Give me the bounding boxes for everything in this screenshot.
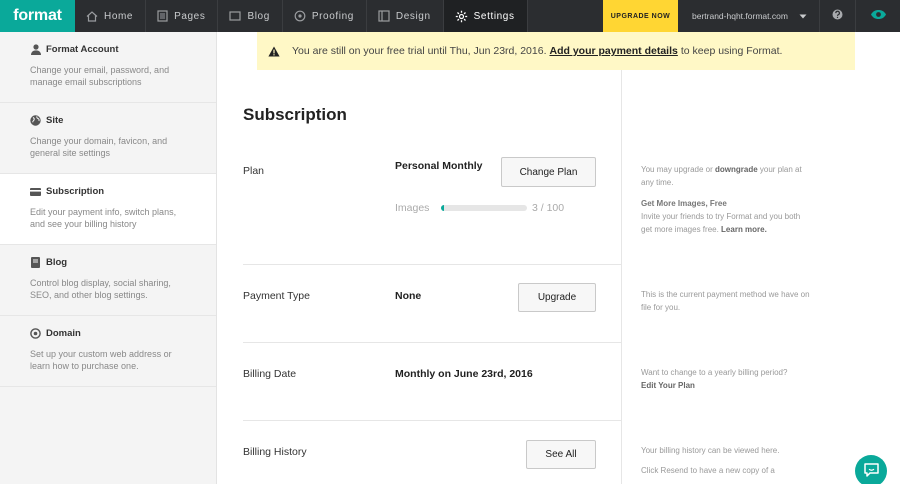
sidebar-item-label: Subscription: [46, 186, 105, 197]
images-progress-bar: [441, 205, 527, 211]
change-plan-button[interactable]: Change Plan: [501, 157, 596, 187]
payment-type-label: Payment Type: [243, 290, 310, 302]
account-dropdown[interactable]: bertrand-hqht.format.com: [678, 0, 820, 32]
blog-book-icon: [30, 257, 41, 268]
billing-date-hint: Want to change to a yearly billing perio…: [641, 366, 813, 392]
payment-type-value: None: [395, 290, 422, 302]
sidebar-item-label: Blog: [46, 257, 68, 268]
nav-design[interactable]: Design: [367, 0, 444, 32]
sidebar-item-site[interactable]: Site Change your domain, favicon, and ge…: [0, 103, 216, 174]
help-hints-column: You may upgrade or downgrade your plan a…: [622, 70, 900, 484]
downgrade-link[interactable]: downgrade: [715, 165, 758, 174]
sidebar-item-domain[interactable]: Domain Set up your custom web address or…: [0, 316, 216, 387]
warning-icon: [268, 46, 280, 57]
sidebar-item-desc: Change your email, password, and manage …: [30, 65, 170, 87]
blog-icon: [229, 11, 242, 21]
nav-blog[interactable]: Blog: [218, 0, 283, 32]
help-button[interactable]: [820, 0, 856, 32]
images-count: 3 / 100: [532, 202, 565, 214]
sidebar-item-title: Format Account: [30, 44, 186, 55]
top-navbar: format Home Pages Blog Proofing Design S: [0, 0, 900, 32]
credit-card-icon: [30, 186, 41, 197]
sidebar-item-label: Site: [46, 115, 64, 126]
sidebar-item-desc: Control blog display, social sharing, SE…: [30, 278, 171, 300]
trial-banner: You are still on your free trial until T…: [257, 32, 855, 70]
images-hint: Get More Images, Free Invite your friend…: [641, 197, 813, 236]
account-name: bertrand-hqht.format.com: [692, 11, 788, 21]
images-progress-fill: [441, 205, 444, 211]
format-logo[interactable]: format: [0, 0, 75, 32]
plan-hint: You may upgrade or downgrade your plan a…: [641, 163, 813, 189]
preview-site-button[interactable]: [856, 0, 900, 32]
sidebar-item-title: Subscription: [30, 186, 186, 197]
row-divider: [243, 420, 622, 421]
sidebar-item-desc: Set up your custom web address or learn …: [30, 349, 172, 371]
sidebar-item-desc: Change your domain, favicon, and general…: [30, 136, 168, 158]
upgrade-button[interactable]: Upgrade: [518, 283, 596, 312]
globe-icon: [30, 115, 41, 126]
nav-home[interactable]: Home: [75, 0, 147, 32]
sidebar-item-title: Domain: [30, 328, 186, 339]
banner-text: You are still on your free trial until T…: [292, 45, 547, 57]
nav-settings[interactable]: Settings: [443, 0, 528, 32]
gear-icon: [455, 10, 468, 23]
billing-history-label: Billing History: [243, 446, 307, 458]
chat-icon: [863, 462, 879, 480]
sidebar-item-desc: Edit your payment info, switch plans, an…: [30, 207, 177, 229]
plan-hint-text: You may upgrade or: [641, 165, 713, 174]
nav-settings-label: Settings: [473, 10, 515, 22]
nav-proofing[interactable]: Proofing: [283, 0, 367, 32]
design-icon: [378, 10, 390, 22]
sidebar-item-format-account[interactable]: Format Account Change your email, passwo…: [0, 32, 216, 103]
learn-more-link[interactable]: Learn more.: [721, 225, 767, 234]
chat-support-button[interactable]: [855, 455, 887, 484]
images-label: Images: [395, 202, 430, 214]
sidebar-item-subscription[interactable]: Subscription Edit your payment info, swi…: [0, 174, 216, 245]
nav-design-label: Design: [395, 10, 431, 22]
billing-date-hint-text: Want to change to a yearly billing perio…: [641, 368, 788, 377]
billing-history-hint-text: Your billing history can be viewed here.: [641, 446, 780, 455]
sidebar-item-blog[interactable]: Blog Control blog display, social sharin…: [0, 245, 216, 316]
pages-icon: [157, 10, 168, 22]
subscription-panel: Subscription Plan Personal Monthly Chang…: [217, 70, 622, 484]
nav-home-label: Home: [104, 10, 134, 22]
row-divider: [243, 264, 622, 265]
sidebar-item-title: Site: [30, 115, 186, 126]
help-icon: [832, 9, 843, 23]
plan-value: Personal Monthly: [395, 160, 483, 172]
sidebar-item-label: Domain: [46, 328, 81, 339]
domain-target-icon: [30, 328, 41, 339]
sidebar-item-label: Format Account: [46, 44, 119, 55]
edit-your-plan-link[interactable]: Edit Your Plan: [641, 381, 695, 390]
see-all-button[interactable]: See All: [526, 440, 596, 469]
home-icon: [86, 10, 98, 22]
settings-sidebar: Format Account Change your email, passwo…: [0, 32, 217, 484]
billing-date-label: Billing Date: [243, 368, 297, 380]
proofing-icon: [294, 10, 306, 22]
nav-pages-label: Pages: [174, 10, 206, 22]
user-icon: [30, 44, 41, 55]
billing-date-value: Monthly on June 23rd, 2016: [395, 368, 533, 380]
page-title: Subscription: [243, 105, 347, 124]
upgrade-now-button[interactable]: UPGRADE NOW: [603, 0, 678, 32]
billing-history-hint-text-2: Click Resend to have a new copy of a: [641, 466, 775, 475]
eye-icon: [870, 9, 887, 23]
nav-proofing-label: Proofing: [311, 10, 354, 22]
images-hint-title: Get More Images, Free: [641, 199, 727, 208]
billing-history-hint: Your billing history can be viewed here.…: [641, 444, 813, 477]
banner-text-after: to keep using Format.: [680, 45, 783, 57]
nav-blog-label: Blog: [247, 10, 270, 22]
payment-hint: This is the current payment method we ha…: [641, 290, 810, 312]
add-payment-link[interactable]: Add your payment details: [550, 45, 678, 57]
chevron-down-icon: [799, 11, 807, 21]
plan-label: Plan: [243, 165, 265, 177]
sidebar-item-title: Blog: [30, 257, 186, 268]
nav-pages[interactable]: Pages: [146, 0, 219, 32]
row-divider: [243, 342, 622, 343]
